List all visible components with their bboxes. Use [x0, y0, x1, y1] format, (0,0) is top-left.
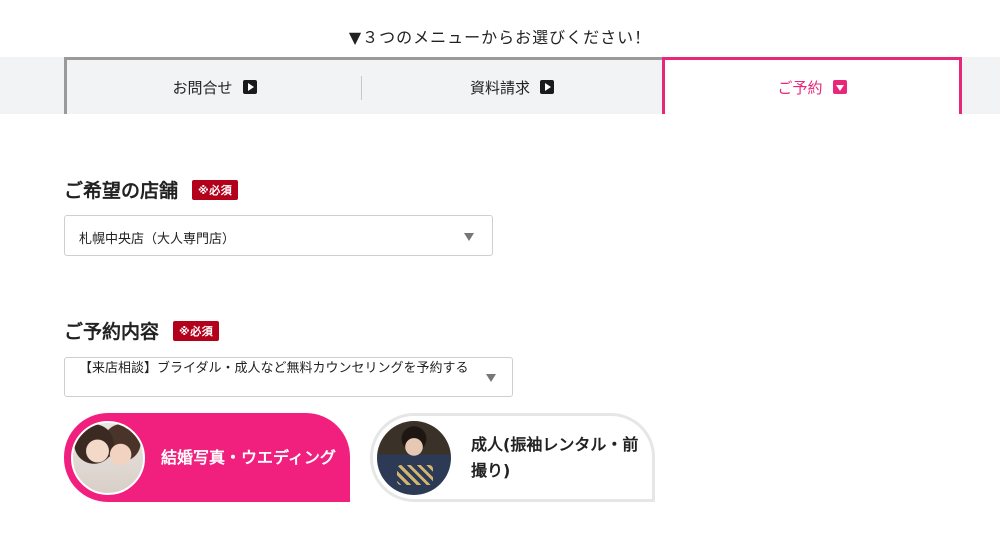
tab-brochure-label: 資料請求: [469, 78, 530, 97]
required-badge: ※必須: [173, 320, 220, 341]
reservation-content-select[interactable]: 【来店相談】ブライダル・成人など無料カウンセリングを予約する: [64, 357, 513, 397]
dropdown-arrow-icon: [464, 233, 474, 241]
tab-inquiry-label: お問合せ: [172, 78, 233, 97]
menu-instruction: ▼３つのメニューからお選びください！: [348, 28, 652, 47]
tab-reservation-label: ご予約: [777, 78, 823, 97]
required-badge: ※必須: [192, 179, 239, 200]
store-select-value: 札幌中央店（大人専門店）: [79, 232, 236, 247]
play-icon: [540, 80, 554, 94]
chevron-down-icon: [832, 80, 847, 94]
menu-tabs: お問合せ 資料請求 ご予約: [64, 57, 962, 114]
store-section-title: ご希望の店舗 ※必須: [64, 176, 239, 203]
reservation-select-value: 【来店相談】ブライダル・成人など無料カウンセリングを予約する: [79, 361, 469, 376]
tab-inquiry[interactable]: お問合せ: [64, 57, 362, 114]
dropdown-arrow-icon: [486, 374, 496, 382]
store-title: ご希望の店舗: [64, 180, 179, 202]
tab-reservation[interactable]: ご予約: [662, 57, 962, 114]
tab-brochure[interactable]: 資料請求: [362, 57, 662, 114]
reservation-section-title: ご予約内容 ※必須: [64, 317, 220, 344]
choice-seijin-button[interactable]: 成人(振袖レンタル・前撮り): [370, 413, 655, 502]
store-select[interactable]: 札幌中央店（大人専門店）: [64, 215, 493, 256]
choice-wedding-label: 結婚写真・ウエディング: [161, 447, 336, 467]
seijin-photo: [377, 420, 451, 495]
choice-wedding-button[interactable]: 結婚写真・ウエディング: [64, 413, 350, 502]
choice-seijin-label: 成人(振袖レンタル・前撮り): [471, 434, 639, 480]
reservation-title: ご予約内容: [64, 321, 160, 343]
play-icon: [242, 80, 257, 94]
wedding-photo: [71, 420, 145, 495]
